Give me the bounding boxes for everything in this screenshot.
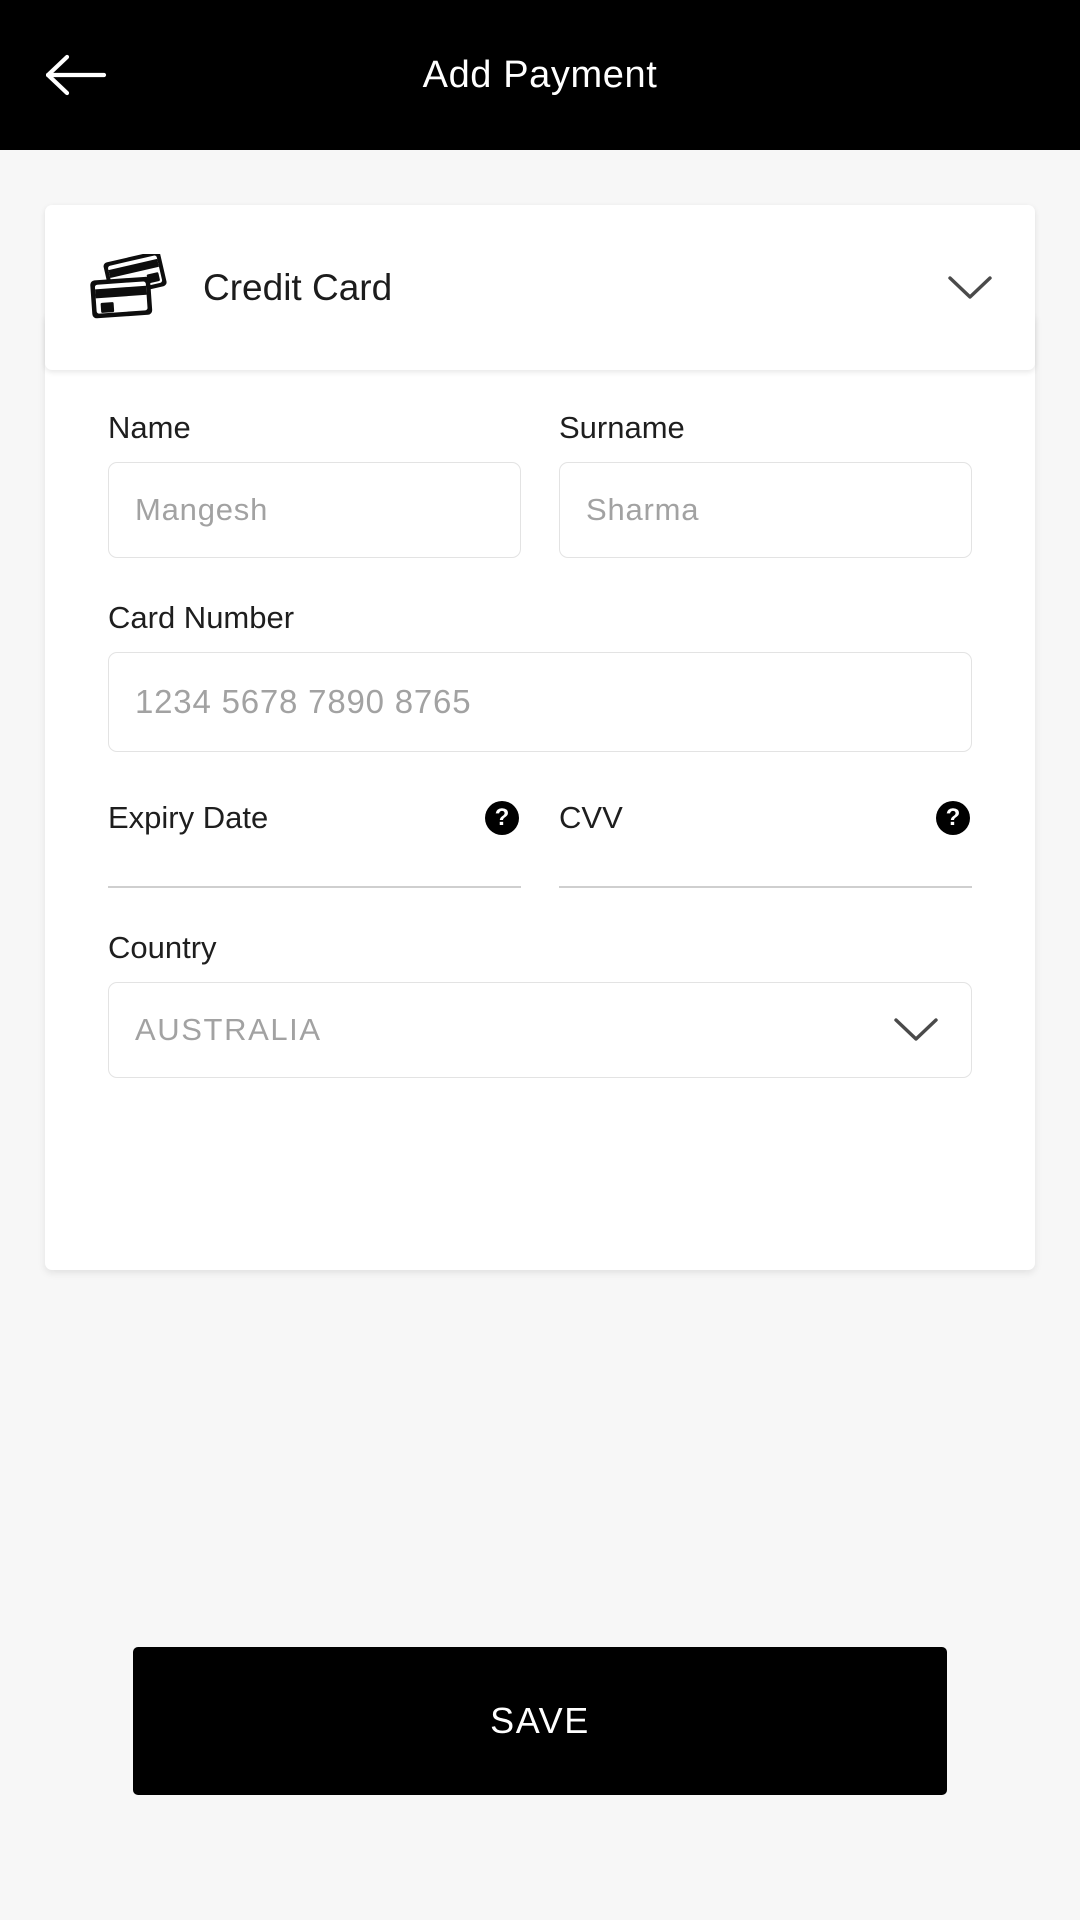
name-field-group: Name (108, 410, 521, 558)
chevron-down-icon-svg (894, 1018, 938, 1041)
name-input[interactable] (108, 462, 521, 558)
cvv-label: CVV (559, 800, 623, 835)
expiry-cvv-row: Expiry Date ? CVV ? (108, 800, 972, 888)
expiry-header: Expiry Date ? (108, 800, 521, 836)
chevron-down-icon[interactable] (941, 259, 999, 317)
name-label: Name (108, 410, 191, 445)
cvv-field-group: CVV ? (559, 800, 972, 888)
card-number-input[interactable] (108, 652, 972, 752)
cvv-input[interactable] (559, 836, 972, 888)
expiry-help-icon[interactable]: ? (485, 801, 519, 835)
payment-method-selector[interactable]: Credit Card (45, 205, 1035, 370)
country-label: Country (108, 930, 217, 965)
payment-method-label: Credit Card (203, 266, 393, 308)
credit-card-form: Name Surname Card Number Expiry Date (45, 315, 1035, 1270)
surname-input[interactable] (559, 462, 972, 558)
country-select[interactable]: AUSTRALIA (108, 982, 972, 1078)
arrow-left-icon (46, 54, 107, 96)
expiry-field-group: Expiry Date ? (108, 800, 521, 888)
expiry-label: Expiry Date (108, 800, 269, 835)
credit-card-icon-svg (90, 253, 167, 318)
country-chevron-down-icon[interactable] (887, 1001, 945, 1059)
cvv-header: CVV ? (559, 800, 972, 836)
country-selected-value: AUSTRALIA (135, 1012, 322, 1047)
country-select-wrap: AUSTRALIA (108, 982, 972, 1078)
card-number-field-group: Card Number (108, 600, 972, 752)
country-field-group: Country AUSTRALIA (108, 930, 972, 1078)
expiry-input[interactable] (108, 836, 521, 888)
chevron-down-icon-svg (948, 275, 992, 299)
credit-card-icon (85, 252, 173, 324)
save-button[interactable]: SAVE (133, 1647, 947, 1795)
cvv-help-icon[interactable]: ? (936, 801, 970, 835)
add-payment-screen: Add Payment Credit Card Name Mangesh Sur… (0, 0, 1080, 1920)
content-area: Credit Card Name Surname (0, 150, 1080, 1920)
app-bar: Add Payment (0, 0, 1080, 150)
back-button[interactable] (38, 36, 116, 114)
card-number-label: Card Number (108, 600, 295, 635)
surname-label: Surname (559, 410, 685, 445)
name-row: Name Surname (108, 410, 972, 558)
surname-field-group: Surname (559, 410, 972, 558)
page-title: Add Payment (422, 53, 658, 96)
